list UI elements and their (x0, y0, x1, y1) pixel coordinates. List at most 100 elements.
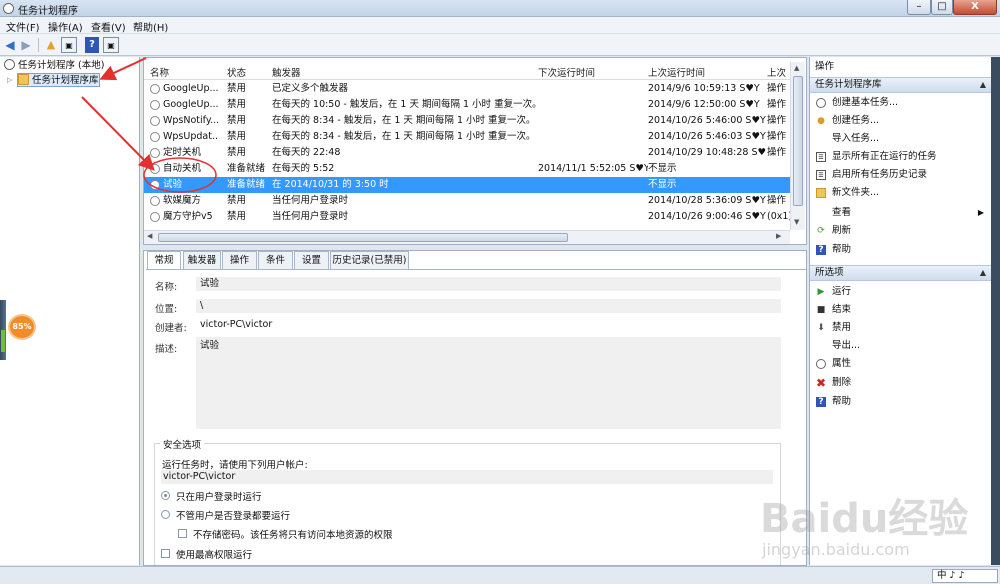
table-row[interactable]: GoogleUp... 禁用 已定义多个触发器 2014/9/6 10:59:13 S… (144, 81, 792, 97)
scroll-down-icon[interactable]: ▼ (794, 218, 799, 226)
checkbox-no-password[interactable] (178, 529, 187, 538)
refresh-icon: ⟳ (817, 226, 825, 236)
radio-any-user[interactable] (161, 510, 170, 519)
tab-settings[interactable]: 设置 (294, 251, 329, 269)
task-scheduler-icon (3, 3, 14, 14)
table-row[interactable]: 软媒魔方 禁用 当任何用户登录时 2014/10/28 5:36:09 S♥Y 操作 (144, 193, 792, 209)
action-label: 刷新 (832, 225, 852, 236)
cell-status: 禁用 (227, 195, 247, 206)
cell-trigger: 已定义多个触发器 (272, 83, 349, 94)
tab-actions[interactable]: 操作 (222, 251, 257, 269)
hscroll-thumb[interactable] (158, 233, 568, 242)
tree-root[interactable]: 任务计划程序 (本地) (4, 59, 104, 73)
menu-help[interactable]: 帮助(H) (133, 19, 168, 34)
table-row[interactable]: 魔方守护v5 禁用 当任何用户登录时 2014/10/26 9:00:46 S♥Y (0… (144, 209, 792, 225)
memory-badge[interactable]: 85% (10, 316, 34, 338)
expand-arrow-icon[interactable]: ▷ (7, 76, 12, 84)
clock-icon (150, 164, 160, 174)
task-list-vertical-scrollbar[interactable]: ▲ ▼ (790, 62, 805, 230)
collapse-up-icon[interactable]: ▲ (980, 266, 986, 280)
cell-status: 准备就绪 (227, 179, 266, 190)
table-row[interactable]: 试验 准备就绪在 2014/10/31 的 3:50 时 不显示 (144, 177, 792, 193)
action-disable[interactable]: ⬇ 禁用 (810, 319, 992, 337)
action-label: 帮助 (832, 396, 852, 407)
tab-conditions[interactable]: 条件 (258, 251, 293, 269)
column-name[interactable]: 名称 (150, 65, 169, 79)
tree-item-task-library[interactable]: 任务计划程序库 (17, 73, 100, 87)
tab-history[interactable]: 历史记录(已禁用) (330, 251, 409, 269)
action-view[interactable]: 查看 ▶ (810, 204, 992, 222)
collapse-up-icon[interactable]: ▲ (980, 78, 986, 92)
action-help[interactable]: ? 帮助 (810, 241, 992, 259)
back-arrow-icon[interactable]: ◀ (3, 37, 17, 53)
cell-name: 自动关机 (163, 163, 202, 174)
option-no-password-label: 不存储密码。该任务将只有访问本地资源的权限 (193, 530, 393, 541)
cell-status: 禁用 (227, 99, 247, 110)
tab-general[interactable]: 常规 (147, 251, 181, 270)
action-label: 启用所有任务历史记录 (832, 169, 928, 180)
up-folder-icon[interactable]: ▲ (44, 37, 58, 53)
menu-view[interactable]: 查看(V) (91, 19, 126, 34)
table-row[interactable]: WpsUpdat... 禁用 在每天的 8:34 - 触发后，在 1 天 期间每隔 … (144, 129, 792, 145)
minimize-button[interactable]: – (907, 0, 931, 15)
folder-icon (18, 74, 29, 85)
scroll-right-icon[interactable]: ▶ (776, 232, 781, 240)
action-properties[interactable]: 属性 (810, 355, 992, 373)
action-delete[interactable]: ✖ 删除 (810, 374, 992, 392)
action-export[interactable]: 导出... (810, 337, 992, 355)
cell-last-run: 2014/10/26 5:46:00 S♥Y (648, 115, 766, 126)
radio-logged-on[interactable] (161, 491, 170, 500)
table-row[interactable]: GoogleUp... 禁用 在每天的 10:50 - 触发后，在 1 天 期间每隔… (144, 97, 792, 113)
description-value: 试验 (196, 337, 781, 429)
location-label: 位置: (155, 304, 178, 315)
cell-status: 准备就绪 (227, 163, 266, 174)
menu-file[interactable]: 文件(F) (6, 19, 40, 34)
show-hide-console-tree-icon[interactable]: ▣ (61, 37, 77, 53)
action-label: 新文件夹... (832, 187, 880, 198)
cell-trigger: 在每天的 10:50 - 触发后，在 1 天 期间每隔 1 小时 重复一次。 (272, 99, 537, 110)
task-list: 名称 状态 触发器 下次运行时间 上次运行时间 上次 GoogleUp... 禁用… (143, 57, 807, 245)
watermark-logo: Baidu经验 (760, 496, 969, 542)
column-last-run[interactable]: 上次运行时间 (648, 65, 705, 79)
tab-triggers[interactable]: 触发器 (183, 251, 221, 269)
side-gadget-indicator (1, 330, 5, 352)
action-show-running[interactable]: ☰ 显示所有正在运行的任务 (810, 148, 992, 166)
close-button[interactable]: X (953, 0, 997, 15)
action-import-task[interactable]: 导入任务... (810, 130, 992, 148)
ime-indicator[interactable]: 中 ♪ ♪ (932, 569, 998, 583)
menu-action[interactable]: 操作(A) (48, 19, 83, 34)
column-next-run[interactable]: 下次运行时间 (538, 65, 595, 79)
table-row[interactable]: 定时关机 禁用 在每天的 22:48 2014/10/29 10:48:28 S♥Y 操… (144, 145, 792, 161)
column-trigger[interactable]: 触发器 (272, 65, 301, 79)
table-row[interactable]: 自动关机 准备就绪 在每天的 5:52 2014/11/1 5:52:05 S♥Y 不显… (144, 161, 792, 177)
action-end[interactable]: ■ 结束 (810, 301, 992, 319)
maximize-button[interactable]: □ (931, 0, 953, 15)
action-new-folder[interactable]: 新文件夹... (810, 184, 992, 202)
column-status[interactable]: 状态 (227, 65, 246, 79)
actions-section-library[interactable]: 任务计划程序库 ▲ (810, 77, 992, 93)
action-label: 导入任务... (832, 133, 880, 144)
task-list-horizontal-scrollbar[interactable]: ◀ ▶ (144, 230, 790, 244)
show-hide-action-pane-icon[interactable]: ▣ (103, 37, 119, 53)
checkbox-highest-privileges[interactable] (161, 549, 170, 558)
action-run[interactable]: ▶ 运行 (810, 283, 992, 301)
task-details: 常规 触发器 操作 条件 设置 历史记录(已禁用) 名称: 试验 位置: \ 创… (143, 250, 807, 566)
actions-section-selected[interactable]: 所选项 ▲ (810, 265, 992, 281)
tree-root-label: 任务计划程序 (本地) (18, 60, 105, 71)
clock-icon (150, 212, 160, 222)
column-last-result[interactable]: 上次 (767, 65, 786, 79)
action-refresh[interactable]: ⟳ 刷新 (810, 222, 992, 240)
scroll-up-icon[interactable]: ▲ (794, 64, 799, 72)
forward-arrow-icon[interactable]: ▶ (19, 37, 33, 53)
action-enable-history[interactable]: ☰ 启用所有任务历史记录 (810, 166, 992, 184)
action-create-basic-task[interactable]: 创建基本任务... (810, 94, 992, 112)
table-row[interactable]: WpsNotify... 禁用 在每天的 8:34 - 触发后，在 1 天 期间每隔… (144, 113, 792, 129)
action-create-task[interactable]: ● 创建任务... (810, 112, 992, 130)
scroll-thumb[interactable] (793, 76, 803, 206)
help-icon[interactable]: ? (85, 37, 99, 53)
cell-status: 禁用 (227, 83, 247, 94)
action-help-selected[interactable]: ? 帮助 (810, 393, 992, 411)
scroll-left-icon[interactable]: ◀ (147, 232, 152, 240)
security-options-legend: 安全选项 (160, 437, 205, 451)
cell-name: WpsNotify... (163, 115, 219, 126)
